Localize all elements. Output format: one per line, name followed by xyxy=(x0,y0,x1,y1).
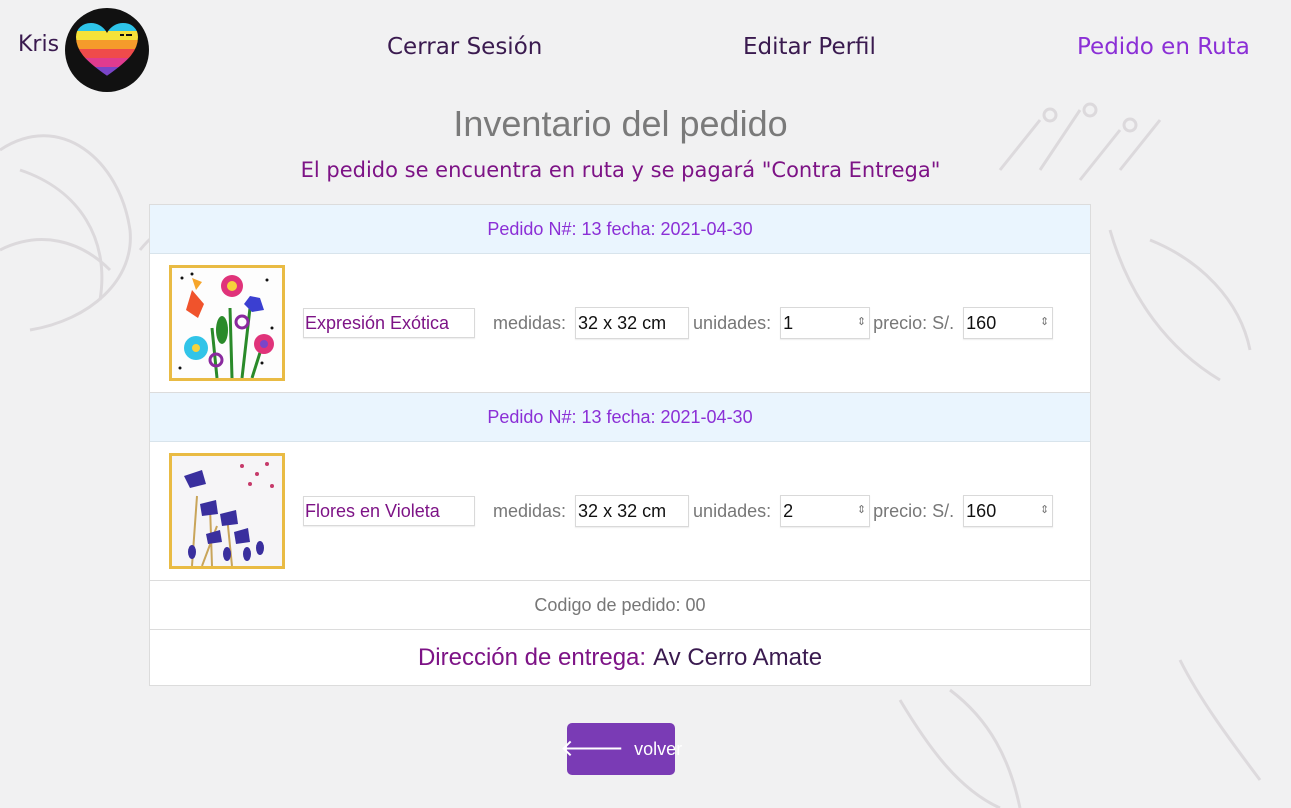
precio-label: precio: S/. xyxy=(873,312,955,333)
stepper-arrows-icon[interactable]: ⇕ xyxy=(857,505,866,516)
order-code: Codigo de pedido: 00 xyxy=(150,581,1090,630)
stepper-arrows-icon[interactable]: ⇕ xyxy=(1040,317,1049,328)
delivery-address: Dirección de entrega: Av Cerro Amate xyxy=(150,630,1090,686)
back-button-label: volver xyxy=(634,738,683,759)
rainbow-heart-logo-icon xyxy=(65,8,150,92)
precio-label: precio: S/. xyxy=(873,500,955,521)
order-item-row: Flores en Violeta medidas: 32 x 32 cm un… xyxy=(150,442,1090,581)
order-header: Pedido N#: 13 fecha: 2021-04-30 xyxy=(150,205,1090,254)
unidades-value: 1 xyxy=(783,313,794,333)
medidas-label: medidas: xyxy=(493,500,567,521)
order-item-row: Expresión Exótica medidas: 32 x 32 cm un… xyxy=(150,254,1090,393)
product-image-frame xyxy=(169,265,285,381)
delivery-address-value: Av Cerro Amate xyxy=(653,644,823,671)
top-navbar: Kris Cerrar Sesión Editar Perfil Pedido … xyxy=(0,0,1291,100)
stepper-arrows-icon[interactable]: ⇕ xyxy=(857,317,866,328)
product-name-field[interactable]: Expresión Exótica xyxy=(303,308,475,338)
violet-flowers-painting-icon xyxy=(172,456,282,566)
unidades-value: 2 xyxy=(783,501,794,521)
stepper-arrows-icon[interactable]: ⇕ xyxy=(1040,505,1049,516)
brand-name: Kris xyxy=(18,32,60,57)
nav-order-en-route[interactable]: Pedido en Ruta xyxy=(1077,34,1250,60)
brand[interactable]: Kris xyxy=(18,8,150,92)
nav-logout[interactable]: Cerrar Sesión xyxy=(387,34,542,60)
product-image-frame xyxy=(169,453,285,569)
medidas-label: medidas: xyxy=(493,312,567,333)
unidades-label: unidades: xyxy=(693,312,772,333)
back-button[interactable]: 🡐 volver xyxy=(560,723,682,775)
page-subtitle: El pedido se encuentra en ruta y se paga… xyxy=(300,158,941,182)
order-header: Pedido N#: 13 fecha: 2021-04-30 xyxy=(150,393,1090,442)
product-name-field[interactable]: Flores en Violeta xyxy=(303,496,475,526)
unidades-stepper[interactable]: 1 ⇕ xyxy=(780,307,871,339)
arrow-left-icon: 🡐 xyxy=(559,735,625,762)
unidades-stepper[interactable]: 2 ⇕ xyxy=(780,495,871,527)
unidades-label: unidades: xyxy=(693,500,772,521)
medidas-field[interactable]: 32 x 32 cm xyxy=(575,307,690,339)
medidas-field[interactable]: 32 x 32 cm xyxy=(575,495,690,527)
nav-edit-profile[interactable]: Editar Perfil xyxy=(743,34,876,60)
precio-value: 160 xyxy=(966,313,997,333)
order-inventory-card: Pedido N#: 13 fecha: 2021-04-30 Expresió… xyxy=(149,204,1091,686)
colorful-flowers-painting-icon xyxy=(172,268,282,378)
precio-value: 160 xyxy=(966,501,997,521)
page-title: Inventario del pedido xyxy=(453,103,788,144)
delivery-address-label: Dirección de entrega: xyxy=(417,644,647,671)
precio-stepper[interactable]: 160 ⇕ xyxy=(963,495,1054,527)
precio-stepper[interactable]: 160 ⇕ xyxy=(963,307,1054,339)
